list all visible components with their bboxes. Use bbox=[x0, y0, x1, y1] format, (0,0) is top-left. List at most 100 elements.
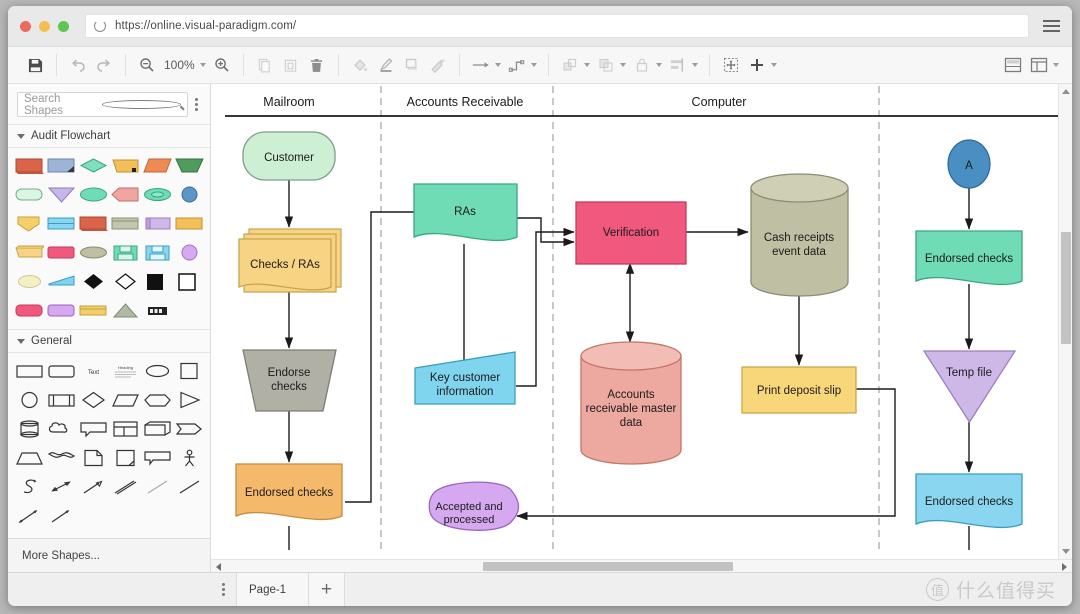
shape-swatch[interactable] bbox=[110, 476, 140, 498]
shape-swatch[interactable] bbox=[174, 360, 204, 382]
scroll-right-arrow-icon[interactable] bbox=[1062, 563, 1067, 571]
shape-swatch[interactable] bbox=[78, 271, 108, 293]
to-front-caret[interactable] bbox=[583, 63, 590, 67]
waypoint-icon[interactable] bbox=[504, 52, 530, 78]
shape-swatch[interactable] bbox=[110, 447, 140, 469]
scroll-down-arrow-icon[interactable] bbox=[1062, 549, 1070, 554]
outline-panel-icon[interactable] bbox=[1000, 52, 1026, 78]
shape-swatch[interactable] bbox=[46, 242, 76, 264]
node-connector-a[interactable]: A bbox=[947, 139, 991, 189]
node-endorse-checks[interactable]: Endorse checks bbox=[242, 349, 337, 412]
shape-swatch[interactable] bbox=[14, 505, 44, 527]
align-icon[interactable] bbox=[665, 52, 691, 78]
shape-swatch[interactable] bbox=[174, 476, 204, 498]
group-icon[interactable] bbox=[593, 52, 619, 78]
shape-swatch[interactable] bbox=[14, 476, 44, 498]
paste-icon[interactable] bbox=[278, 52, 304, 78]
shape-swatch[interactable] bbox=[142, 300, 172, 322]
shape-swatch[interactable] bbox=[78, 184, 108, 206]
shape-swatch[interactable] bbox=[46, 213, 76, 235]
shape-swatch[interactable] bbox=[110, 213, 140, 235]
node-accounts-receivable-master-data[interactable]: Accounts receivable master data bbox=[580, 341, 682, 465]
lock-caret[interactable] bbox=[655, 63, 662, 67]
shape-swatch[interactable] bbox=[46, 271, 76, 293]
canvas-horizontal-scrollbar[interactable] bbox=[211, 559, 1072, 572]
shape-swatch[interactable] bbox=[110, 418, 140, 440]
shape-swatch[interactable] bbox=[78, 300, 108, 322]
shape-swatch[interactable] bbox=[142, 242, 172, 264]
fill-color-icon[interactable] bbox=[347, 52, 373, 78]
format-painter-icon[interactable] bbox=[425, 52, 451, 78]
insert-plus-icon[interactable] bbox=[744, 52, 770, 78]
fit-page-icon[interactable] bbox=[718, 52, 744, 78]
align-caret[interactable] bbox=[691, 63, 698, 67]
shape-swatch[interactable] bbox=[110, 271, 140, 293]
shape-swatch[interactable] bbox=[78, 476, 108, 498]
copy-icon[interactable] bbox=[252, 52, 278, 78]
undo-icon[interactable] bbox=[65, 52, 91, 78]
shape-swatch[interactable] bbox=[78, 242, 108, 264]
node-endorsed-checks-cashier-2[interactable]: Endorsed checks bbox=[915, 473, 1023, 529]
page-tab-page-1[interactable]: Page-1 bbox=[237, 573, 310, 606]
shape-swatch[interactable] bbox=[46, 184, 76, 206]
shape-swatch[interactable] bbox=[110, 242, 140, 264]
shape-swatch[interactable] bbox=[142, 184, 172, 206]
shape-swatch[interactable] bbox=[110, 155, 140, 177]
format-panel-caret[interactable] bbox=[1053, 63, 1059, 67]
add-page-button[interactable]: + bbox=[309, 573, 346, 606]
node-temp-file[interactable]: Temp file bbox=[922, 350, 1017, 424]
shape-swatch[interactable] bbox=[142, 360, 172, 382]
hamburger-menu-icon[interactable] bbox=[1043, 19, 1060, 33]
kebab-menu-icon[interactable] bbox=[192, 96, 201, 113]
shape-swatch[interactable] bbox=[14, 389, 44, 411]
shape-swatch[interactable] bbox=[142, 476, 172, 498]
zoom-level-label[interactable]: 100% bbox=[160, 58, 199, 72]
shape-swatch[interactable] bbox=[78, 213, 108, 235]
redo-icon[interactable] bbox=[91, 52, 117, 78]
shape-swatch[interactable] bbox=[46, 447, 76, 469]
node-customer[interactable]: Customer bbox=[242, 131, 336, 181]
shape-swatch[interactable] bbox=[142, 447, 172, 469]
diagram-canvas[interactable]: Mailroom Accounts Receivable Computer Ca… bbox=[211, 84, 1072, 559]
close-window-button[interactable] bbox=[20, 20, 31, 32]
node-verification[interactable]: Verification bbox=[575, 201, 687, 265]
search-input[interactable]: Search Shapes bbox=[17, 92, 188, 117]
shape-swatch[interactable] bbox=[78, 389, 108, 411]
node-print-deposit-slip[interactable]: Print deposit slip bbox=[741, 366, 857, 414]
shape-swatch[interactable] bbox=[46, 418, 76, 440]
node-key-customer-information[interactable]: Key customer information bbox=[414, 351, 516, 405]
shape-swatch[interactable] bbox=[142, 213, 172, 235]
insert-caret[interactable] bbox=[770, 63, 777, 67]
reload-icon[interactable] bbox=[94, 20, 106, 32]
node-checks-ras[interactable]: Checks / RAs bbox=[238, 228, 342, 293]
search-icon[interactable] bbox=[101, 100, 181, 109]
page-menu-icon[interactable] bbox=[211, 573, 237, 606]
shape-swatch[interactable] bbox=[46, 300, 76, 322]
shape-swatch[interactable] bbox=[174, 389, 204, 411]
scroll-left-arrow-icon[interactable] bbox=[216, 563, 221, 571]
zoom-dropdown-caret[interactable] bbox=[199, 63, 206, 67]
shape-swatch[interactable] bbox=[174, 184, 204, 206]
shape-swatch[interactable] bbox=[142, 155, 172, 177]
sidebar-section-general[interactable]: General bbox=[8, 329, 210, 353]
shape-swatch[interactable] bbox=[14, 271, 44, 293]
group-caret[interactable] bbox=[619, 63, 626, 67]
shape-swatch[interactable]: Heading bbox=[110, 360, 140, 382]
shape-swatch[interactable] bbox=[174, 213, 204, 235]
shape-swatch[interactable] bbox=[14, 360, 44, 382]
shape-swatch[interactable] bbox=[174, 447, 204, 469]
shape-swatch[interactable] bbox=[78, 418, 108, 440]
lock-icon[interactable] bbox=[629, 52, 655, 78]
line-style-caret[interactable] bbox=[494, 63, 501, 67]
trash-icon[interactable] bbox=[304, 52, 330, 78]
vertical-scroll-thumb[interactable] bbox=[1061, 232, 1071, 344]
waypoint-caret[interactable] bbox=[530, 63, 537, 67]
shape-swatch[interactable] bbox=[46, 155, 76, 177]
shape-swatch[interactable] bbox=[110, 300, 140, 322]
line-style-icon[interactable] bbox=[468, 52, 494, 78]
address-bar[interactable]: https://online.visual-paradigm.com/ bbox=[85, 14, 1029, 38]
shape-swatch[interactable] bbox=[46, 389, 76, 411]
zoom-out-icon[interactable] bbox=[134, 52, 160, 78]
shape-swatch[interactable] bbox=[174, 418, 204, 440]
format-panel-icon[interactable] bbox=[1026, 52, 1052, 78]
